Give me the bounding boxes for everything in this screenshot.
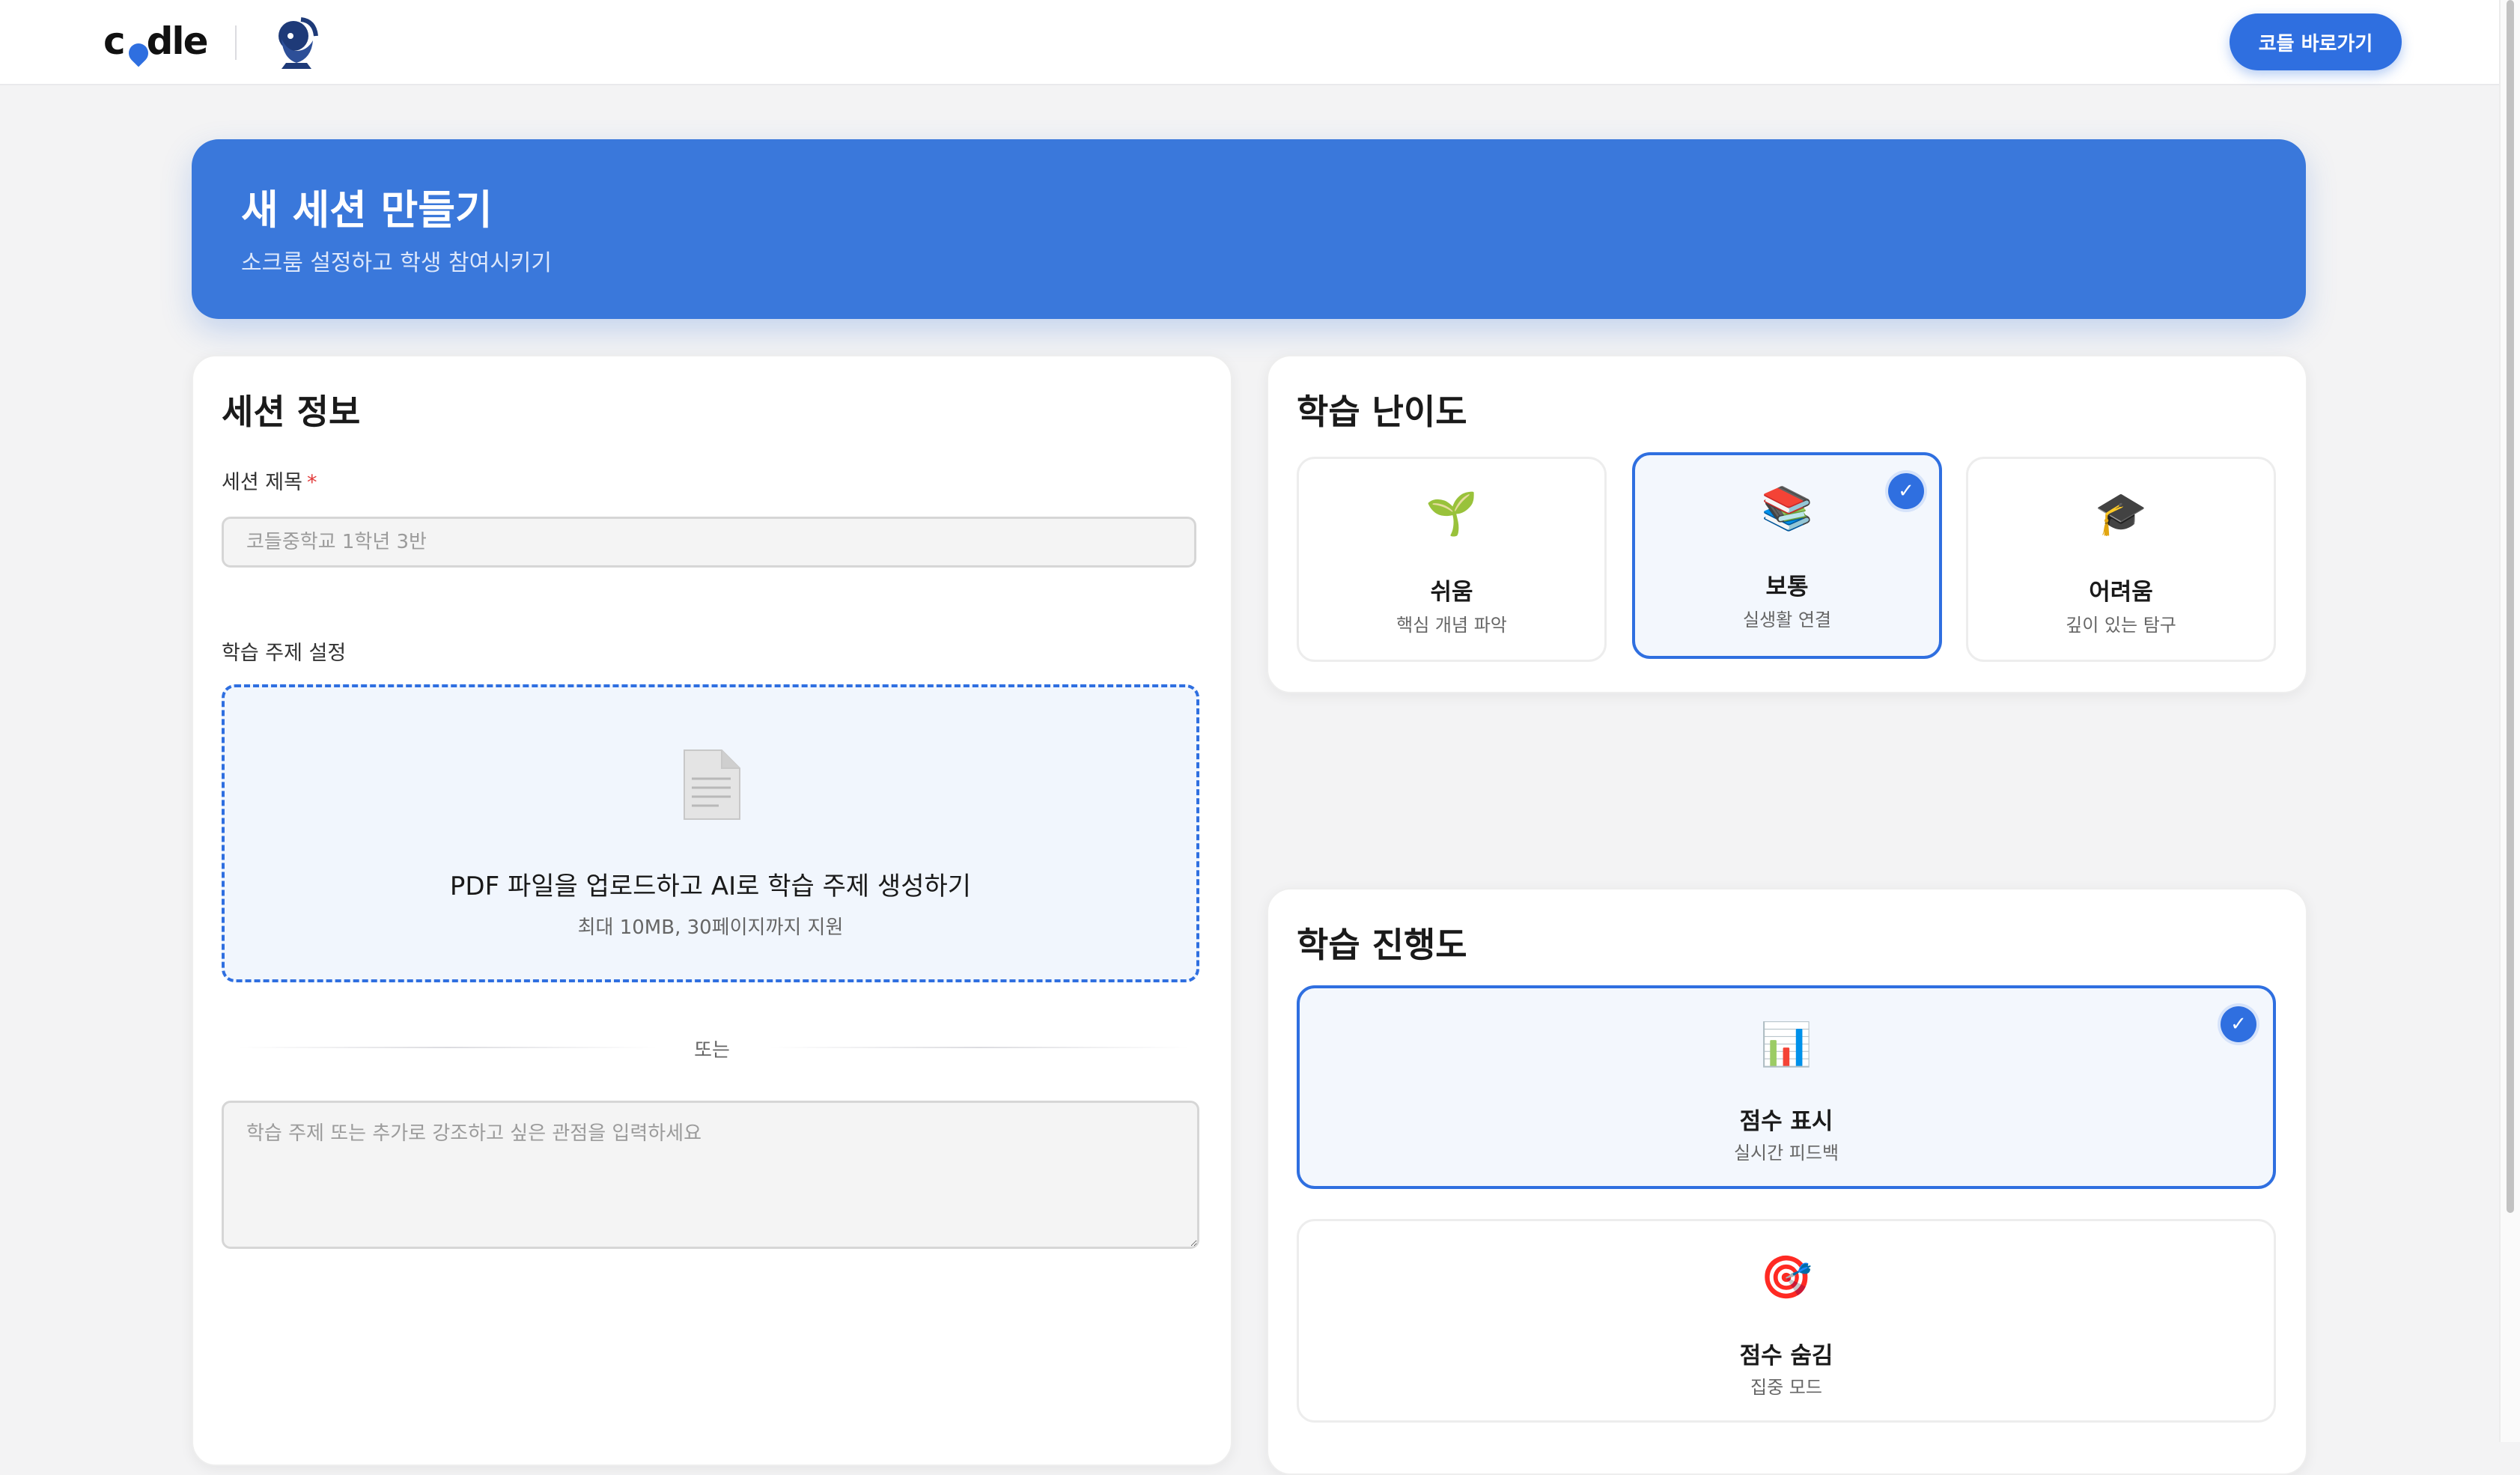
bar-chart-icon: 📊 <box>1760 1021 1813 1069</box>
page-subtitle: 소크룸 설정하고 학생 참여시키기 <box>241 250 553 276</box>
seedling-icon: 🌱 <box>1425 490 1478 538</box>
codle-logo[interactable]: c dle <box>103 15 208 67</box>
option-label: 보통 <box>1765 574 1809 600</box>
page-scrollbar[interactable] <box>2499 0 2520 1442</box>
target-icon: 🎯 <box>1760 1253 1813 1302</box>
logo-divider <box>235 25 237 60</box>
session-title-label: 세션 제목 * <box>222 471 317 494</box>
topic-label: 학습 주제 설정 <box>222 642 347 665</box>
option-label: 쉬움 <box>1430 579 1473 606</box>
or-separator: 또는 <box>694 1039 730 1062</box>
scrollbar-thumb[interactable] <box>2507 0 2514 1213</box>
difficulty-title: 학습 난이도 <box>1297 392 1467 432</box>
option-label: 어려움 <box>2089 579 2153 606</box>
required-mark: * <box>306 471 317 494</box>
option-desc: 핵심 개념 파악 <box>1396 615 1507 636</box>
difficulty-option-easy[interactable]: 🌱 쉬움 핵심 개념 파악 <box>1297 457 1607 662</box>
progress-option-hide-score[interactable]: 🎯 점수 숨김 집중 모드 <box>1297 1219 2276 1423</box>
topic-textarea[interactable] <box>222 1101 1199 1249</box>
books-icon: 📚 <box>1761 484 1813 533</box>
logo-wordmark: c dle <box>103 19 208 63</box>
session-info-card: 세션 정보 세션 제목* 학습 주제 설정 PDF 파일을 업로드하고 AI로 … <box>192 355 1232 1466</box>
graduation-cap-icon: 🎓 <box>2095 490 2147 538</box>
difficulty-option-hard[interactable]: 🎓 어려움 깊이 있는 탐구 <box>1966 457 2276 662</box>
option-desc: 실생활 연결 <box>1742 609 1832 630</box>
page-title: 새 세션 만들기 <box>241 186 493 234</box>
difficulty-option-normal[interactable]: ✓ 📚 보통 실생활 연결 <box>1632 452 1942 659</box>
upload-limit-text: 최대 10MB, 30페이지까지 지원 <box>577 916 844 939</box>
mascot-icon <box>279 17 318 69</box>
progress-option-show-score[interactable]: ✓ 📊 점수 표시 실시간 피드백 <box>1297 985 2276 1189</box>
option-desc: 집중 모드 <box>1750 1377 1822 1398</box>
progress-title: 학습 진행도 <box>1297 925 1467 965</box>
document-icon <box>684 749 740 820</box>
option-label: 점수 숨김 <box>1739 1342 1833 1369</box>
top-navbar: c dle 코들 바로가기 <box>0 0 2501 85</box>
pdf-upload-dropzone[interactable]: PDF 파일을 업로드하고 AI로 학습 주제 생성하기 최대 10MB, 30… <box>222 684 1199 982</box>
option-desc: 깊이 있는 탐구 <box>2066 615 2176 636</box>
option-desc: 실시간 피드백 <box>1733 1143 1839 1164</box>
difficulty-card: 학습 난이도 🌱 쉬움 핵심 개념 파악 ✓ 📚 보통 실생활 연결 🎓 어려움… <box>1267 355 2307 693</box>
page-header-banner: 새 세션 만들기 소크룸 설정하고 학생 참여시키기 <box>192 139 2306 319</box>
go-to-codle-button[interactable]: 코들 바로가기 <box>2230 13 2402 70</box>
session-info-title: 세션 정보 <box>222 392 361 432</box>
upload-title: PDF 파일을 업로드하고 AI로 학습 주제 생성하기 <box>449 872 972 901</box>
progress-card: 학습 진행도 ✓ 📊 점수 표시 실시간 피드백 🎯 점수 숨김 집중 모드 <box>1267 888 2307 1475</box>
session-title-input[interactable] <box>222 517 1196 568</box>
option-label: 점수 표시 <box>1739 1108 1833 1135</box>
